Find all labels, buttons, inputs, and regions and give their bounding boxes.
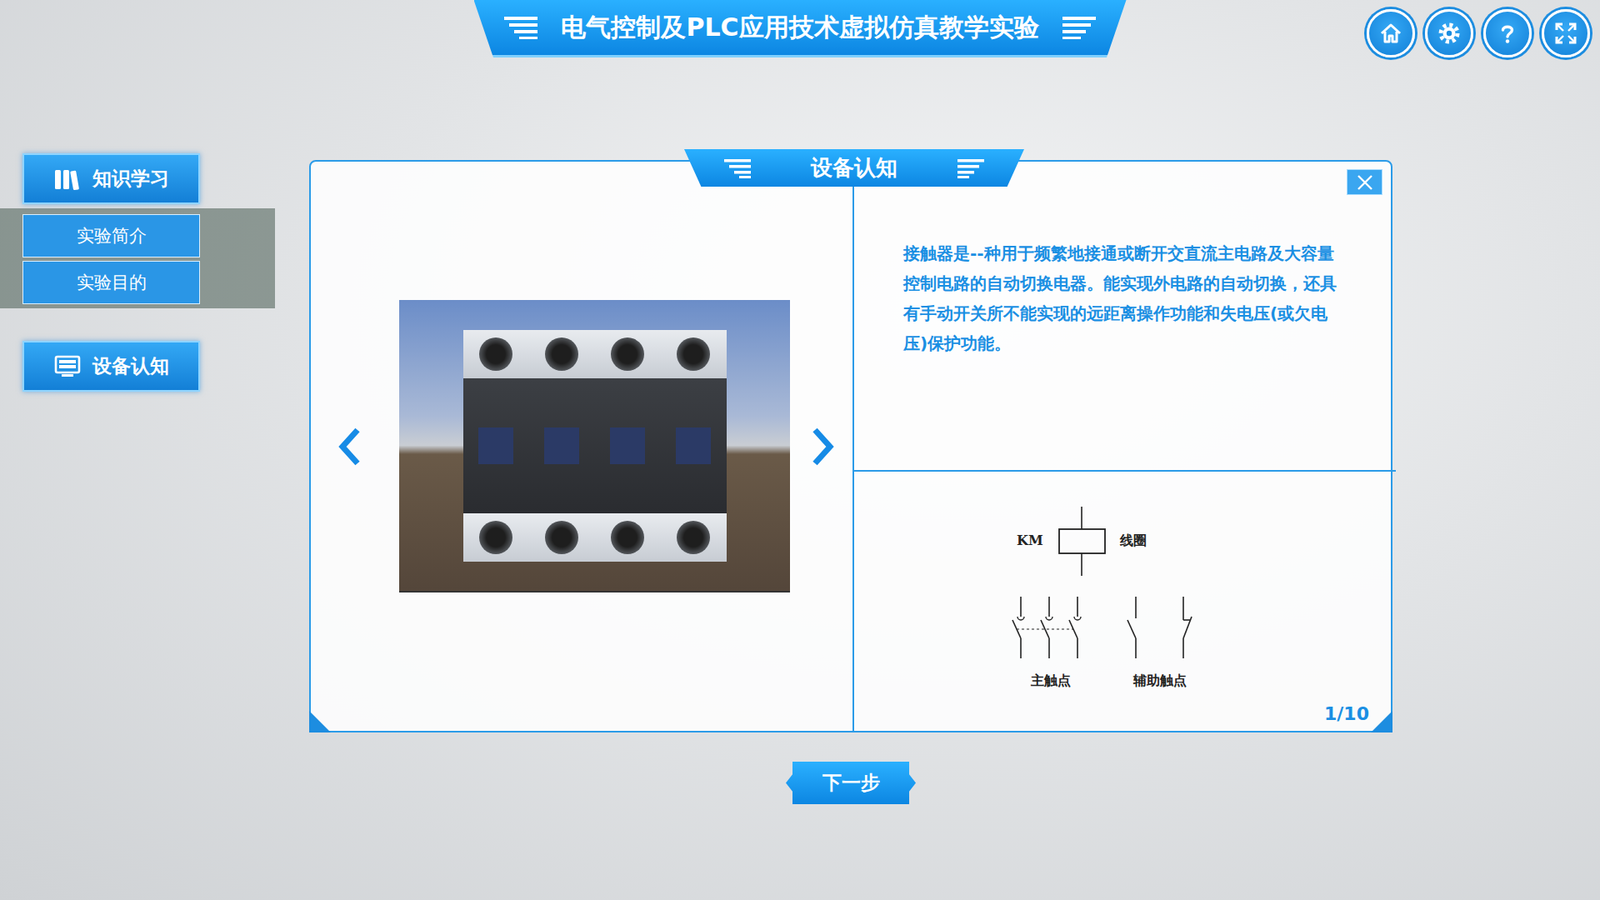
previous-button[interactable] — [337, 426, 363, 467]
terminal-screw — [479, 337, 513, 371]
contactor-core — [463, 378, 727, 514]
sidebar-item[interactable]: 实验目的 — [22, 260, 200, 305]
sidebar-header[interactable]: 设备认知 — [22, 340, 200, 392]
home-button[interactable] — [1366, 9, 1415, 58]
close-button[interactable] — [1346, 169, 1383, 195]
terminal-screw — [676, 337, 710, 371]
device-info: 接触器是--种用于频繁地接通或断开交直流主电路及大容量控制电路的自动切换电器。能… — [854, 161, 1391, 731]
home-icon — [1378, 20, 1404, 46]
pagination: 1/10 — [1000, 703, 1370, 725]
tab-lines-icon — [724, 157, 753, 180]
top-bar: 电气控制及PLC应用技术虚拟仿真教学实验 — [0, 0, 1600, 55]
chevron-left-icon — [337, 426, 363, 467]
device-viewer — [310, 161, 855, 731]
main-contacts-label: 主触点 — [1030, 672, 1071, 689]
terminal-row — [463, 330, 727, 379]
sidebar-header-label: 知识学习 — [92, 165, 170, 192]
toolbar — [1366, 0, 1600, 58]
sidebar: 知识学习实验简介实验目的设备认知 — [22, 153, 200, 900]
contact-window — [544, 427, 580, 465]
settings-button[interactable] — [1425, 9, 1474, 58]
panel-title: 设备认知 — [810, 153, 898, 183]
sidebar-header[interactable]: 知识学习 — [22, 153, 200, 205]
fullscreen-icon — [1553, 20, 1579, 46]
next-step-button[interactable]: 下一步 — [785, 761, 916, 805]
gear-icon — [1436, 20, 1462, 46]
sidebar-header-label: 设备认知 — [92, 353, 170, 380]
chevron-right-icon — [810, 426, 835, 467]
sidebar-section: 知识学习实验简介实验目的 — [22, 153, 200, 305]
sidebar-section: 设备认知 — [22, 340, 200, 399]
books-icon — [54, 167, 81, 191]
device-photo — [399, 300, 790, 593]
terminal-screw — [610, 520, 645, 555]
contactor-model — [463, 330, 727, 562]
device-description: 接触器是--种用于频繁地接通或断开交直流主电路及大容量控制电路的自动切换电器。能… — [903, 238, 1337, 359]
terminal-screw — [479, 520, 513, 555]
contactor-symbol-icon: KM 线圈主触点 辅助触点 — [1000, 503, 1209, 691]
terminal-screw — [610, 337, 645, 371]
terminal-screw — [545, 337, 579, 371]
contact-window — [675, 427, 711, 465]
main-area: 设备认知接触器是--种用于频繁地接通或断开交直流主电路及大容量控制电路的自动切换… — [309, 160, 1393, 900]
corner-decoration — [1370, 710, 1393, 733]
sidebar-item[interactable]: 实验简介 — [22, 214, 200, 258]
fullscreen-button[interactable] — [1541, 9, 1590, 58]
contact-window — [610, 427, 645, 465]
app-screen: 电气控制及PLC应用技术虚拟仿真教学实验知识学习实验简介实验目的设备认知设备认知… — [0, 0, 1600, 900]
question-icon — [1495, 20, 1520, 46]
next-device-button[interactable] — [810, 426, 835, 467]
title-lines-icon — [504, 15, 540, 40]
description-area: 接触器是--种用于频繁地接通或断开交直流主电路及大容量控制电路的自动切换电器。能… — [854, 161, 1396, 472]
title-banner: 电气控制及PLC应用技术虚拟仿真教学实验 — [474, 0, 1127, 58]
content-area: 知识学习实验简介实验目的设备认知设备认知接触器是--种用于频繁地接通或断开交直流… — [0, 55, 1600, 900]
terminal-screw — [545, 520, 579, 555]
help-button[interactable] — [1483, 9, 1532, 58]
title-lines-icon — [1060, 15, 1096, 40]
contact-window — [478, 427, 514, 465]
terminal-screw — [676, 520, 710, 555]
app-title: 电气控制及PLC应用技术虚拟仿真教学实验 — [560, 10, 1039, 45]
corner-decoration — [309, 710, 331, 733]
monitor-icon — [54, 355, 81, 379]
panel-title-tab: 设备认知 — [684, 149, 1025, 187]
coil-tag: KM — [1016, 532, 1044, 549]
symbol-area: KM 线圈主触点 辅助触点 1/10 — [854, 471, 1391, 731]
close-icon — [1355, 173, 1375, 192]
page-indicator: 1/10 — [1324, 703, 1370, 725]
tab-lines-icon — [955, 157, 985, 180]
coil-label: 线圈 — [1119, 532, 1147, 549]
terminal-row — [463, 513, 727, 562]
aux-contacts-label: 辅助触点 — [1132, 672, 1187, 689]
device-panel: 设备认知接触器是--种用于频繁地接通或断开交直流主电路及大容量控制电路的自动切换… — [309, 160, 1393, 733]
